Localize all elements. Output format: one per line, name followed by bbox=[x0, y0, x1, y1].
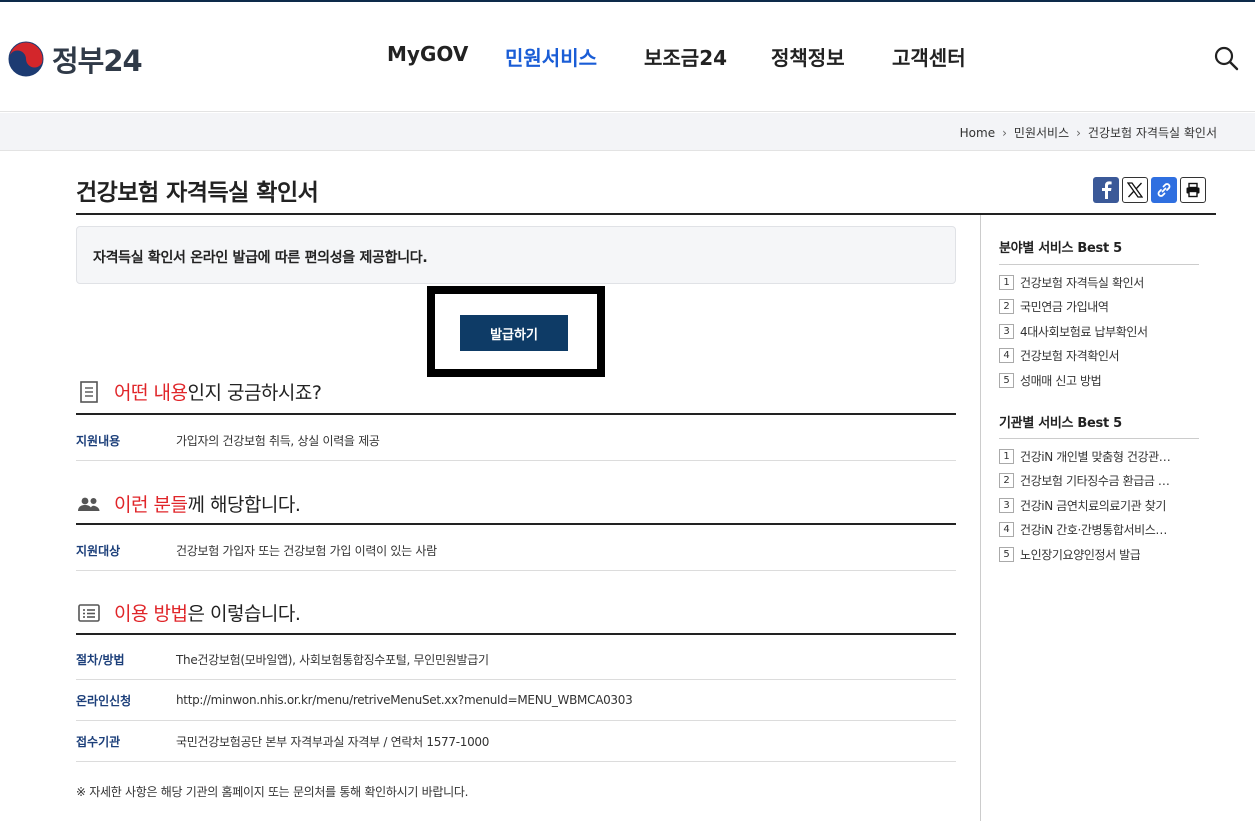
row-value: 가입자의 건강보험 취득, 상실 이력을 제공 bbox=[176, 433, 380, 448]
rank-badge: 5 bbox=[999, 372, 1014, 388]
agency-best-list: 1 건강iN 개인별 맞춤형 건강관… 2 건강보험 기타징수금 환급금 … 3 건강… bbox=[999, 444, 1199, 567]
row-label: 지원내용 bbox=[76, 433, 121, 448]
section-divider bbox=[76, 633, 956, 635]
section-heading-highlight: 어떤 내용 bbox=[114, 382, 188, 404]
breadcrumb-home[interactable]: Home bbox=[960, 126, 995, 140]
section-divider bbox=[76, 523, 956, 525]
list-item[interactable]: 3 건강iN 금연치료의료기관 찾기 bbox=[999, 493, 1199, 518]
facebook-icon bbox=[1102, 181, 1112, 199]
copy-link-button[interactable] bbox=[1151, 177, 1177, 203]
sidebar-divider bbox=[980, 215, 981, 821]
search-icon[interactable] bbox=[1212, 44, 1240, 72]
rank-badge: 5 bbox=[999, 546, 1014, 562]
title-divider bbox=[76, 213, 1216, 215]
site-header: 정부24 MyGOV 민원서비스 보조금24 정책정보 고객센터 bbox=[0, 2, 1255, 112]
list-item[interactable]: 2 국민연금 가입내역 bbox=[999, 295, 1199, 320]
row-label: 온라인신청 bbox=[76, 693, 132, 708]
agency-best-title: 기관별 서비스 Best 5 bbox=[999, 416, 1122, 431]
info-row-receiving-agency: 접수기관 국민건강보험공단 본부 자격부과실 자격부 / 연락처 1577-10… bbox=[76, 721, 956, 762]
section-heading-text: 께 해당합니다. bbox=[187, 494, 301, 516]
issue-button[interactable]: 발급하기 bbox=[460, 315, 568, 351]
facebook-share-button[interactable] bbox=[1093, 177, 1119, 203]
online-application-link[interactable]: http://minwon.nhis.or.kr/menu/retriveMen… bbox=[176, 693, 633, 707]
chevron-right-icon: › bbox=[1002, 125, 1007, 140]
info-row-support-target: 지원대상 건강보험 가입자 또는 건강보험 가입 이력이 있는 사람 bbox=[76, 530, 956, 571]
printer-icon bbox=[1186, 182, 1200, 198]
x-logo-icon bbox=[1127, 182, 1143, 198]
link-icon bbox=[1157, 183, 1171, 197]
rank-badge: 4 bbox=[999, 522, 1014, 538]
section-divider bbox=[76, 413, 956, 415]
list-icon bbox=[78, 603, 100, 622]
summary-box: 자격득실 확인서 온라인 발급에 따른 편의성을 제공합니다. bbox=[76, 226, 956, 284]
info-row-procedure: 절차/방법 The건강보험(모바일앱), 사회보험통합징수포털, 무인민원발급기 bbox=[76, 639, 956, 680]
field-best-title: 분야별 서비스 Best 5 bbox=[999, 241, 1122, 256]
print-button[interactable] bbox=[1180, 177, 1206, 203]
logo-text: 정부24 bbox=[52, 44, 143, 78]
nav-subsidy24[interactable]: 보조금24 bbox=[644, 42, 727, 71]
footnote: ※ 자세한 사항은 해당 기관의 홈페이지 또는 문의처를 통해 확인하시기 바… bbox=[76, 785, 469, 799]
section-heading-highlight: 이용 방법 bbox=[114, 603, 188, 625]
list-item[interactable]: 4 건강iN 간호·간병통합서비스… bbox=[999, 518, 1199, 543]
list-item[interactable]: 2 건강보험 기타징수금 환급금 … bbox=[999, 469, 1199, 494]
nav-mygov[interactable]: MyGOV bbox=[387, 42, 468, 66]
rank-badge: 1 bbox=[999, 448, 1014, 464]
list-item[interactable]: 4 건강보험 자격확인서 bbox=[999, 344, 1199, 369]
breadcrumb-bar: Home › 민원서비스 › 건강보험 자격득실 확인서 bbox=[0, 113, 1255, 151]
list-item[interactable]: 1 건강iN 개인별 맞춤형 건강관… bbox=[999, 444, 1199, 469]
taegeuk-logo-icon bbox=[8, 41, 44, 77]
site-logo[interactable]: 정부24 bbox=[8, 38, 143, 80]
nav-civil-services[interactable]: 민원서비스 bbox=[505, 42, 597, 71]
section-heading-target: 이런 분들 께 해당합니다. bbox=[76, 490, 301, 517]
x-share-button[interactable] bbox=[1122, 177, 1148, 203]
row-label: 절차/방법 bbox=[76, 652, 125, 667]
nav-policy-info[interactable]: 정책정보 bbox=[771, 42, 845, 71]
rank-badge: 3 bbox=[999, 497, 1014, 513]
section-heading-content: 어떤 내용 인지 궁금하시죠? bbox=[76, 378, 322, 405]
section-heading-text: 인지 궁금하시죠? bbox=[187, 382, 322, 404]
row-label: 접수기관 bbox=[76, 734, 121, 749]
list-item[interactable]: 5 성매매 신고 방법 bbox=[999, 368, 1199, 393]
list-item[interactable]: 5 노인장기요양인정서 발급 bbox=[999, 542, 1199, 567]
rank-badge: 2 bbox=[999, 473, 1014, 489]
list-item[interactable]: 1 건강보험 자격득실 확인서 bbox=[999, 270, 1199, 295]
section-heading-method: 이용 방법 은 이렇습니다. bbox=[76, 599, 301, 626]
row-value: The건강보험(모바일앱), 사회보험통합징수포털, 무인민원발급기 bbox=[176, 652, 489, 667]
rank-badge: 1 bbox=[999, 274, 1014, 290]
list-item[interactable]: 3 4대사회보험료 납부확인서 bbox=[999, 319, 1199, 344]
rank-badge: 3 bbox=[999, 323, 1014, 339]
agency-best-divider bbox=[999, 438, 1199, 439]
chevron-right-icon: › bbox=[1076, 125, 1081, 140]
breadcrumb: Home › 민원서비스 › 건강보험 자격득실 확인서 bbox=[960, 124, 1217, 141]
section-heading-text: 은 이렇습니다. bbox=[187, 603, 301, 625]
field-best-divider bbox=[999, 264, 1199, 265]
rank-badge: 2 bbox=[999, 299, 1014, 315]
row-label: 지원대상 bbox=[76, 543, 121, 558]
info-row-support-content: 지원내용 가입자의 건강보험 취득, 상실 이력을 제공 bbox=[76, 420, 956, 461]
row-value: 건강보험 가입자 또는 건강보험 가입 이력이 있는 사람 bbox=[176, 543, 437, 558]
document-icon bbox=[80, 380, 98, 403]
nav-customer-center[interactable]: 고객센터 bbox=[892, 42, 966, 71]
rank-badge: 4 bbox=[999, 348, 1014, 364]
field-best-list: 1 건강보험 자격득실 확인서 2 국민연금 가입내역 3 4대사회보험료 납부확인서… bbox=[999, 270, 1199, 393]
section-heading-highlight: 이런 분들 bbox=[114, 494, 188, 516]
summary-text: 자격득실 확인서 온라인 발급에 따른 편의성을 제공합니다. bbox=[93, 250, 428, 266]
row-value: 국민건강보험공단 본부 자격부과실 자격부 / 연락처 1577-1000 bbox=[176, 734, 490, 749]
breadcrumb-current: 건강보험 자격득실 확인서 bbox=[1087, 126, 1217, 140]
info-row-online-application: 온라인신청 http://minwon.nhis.or.kr/menu/retr… bbox=[76, 680, 956, 721]
share-toolbar bbox=[1093, 177, 1209, 203]
breadcrumb-civil-services[interactable]: 민원서비스 bbox=[1014, 124, 1069, 141]
people-icon bbox=[78, 497, 100, 511]
page-title: 건강보험 자격득실 확인서 bbox=[76, 180, 319, 206]
